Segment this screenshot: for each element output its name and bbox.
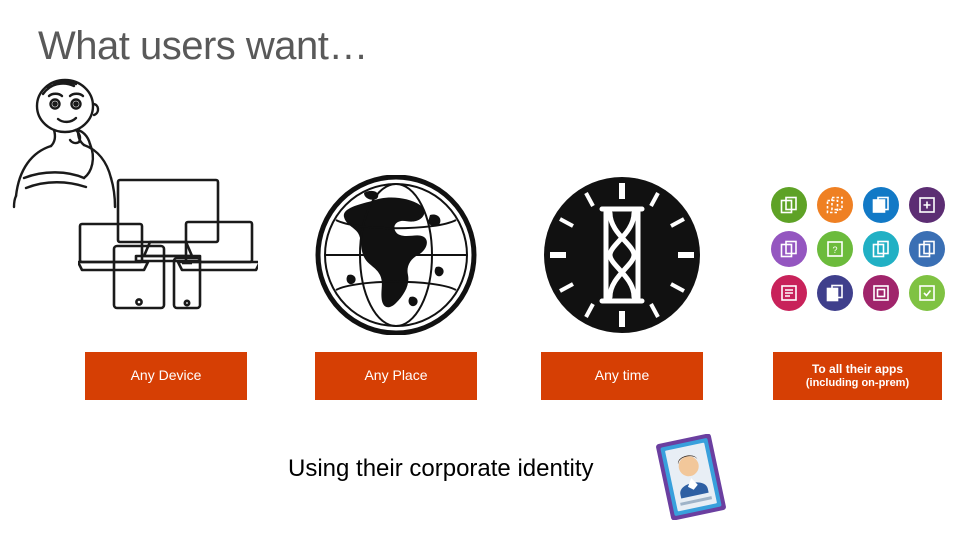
any-place-label-text: Any Place bbox=[364, 367, 428, 384]
id-badge-icon bbox=[655, 433, 727, 521]
app-tile-8[interactable] bbox=[909, 231, 945, 267]
devices-cluster-icon bbox=[76, 178, 262, 313]
svg-text:?: ? bbox=[832, 245, 837, 255]
app-tile-2[interactable] bbox=[817, 187, 853, 223]
app-tile-4[interactable] bbox=[909, 187, 945, 223]
any-time-label: Any time bbox=[541, 352, 703, 400]
any-device-label: Any Device bbox=[85, 352, 247, 400]
any-place-label: Any Place bbox=[315, 352, 477, 400]
all-apps-label-line1: To all their apps bbox=[811, 362, 904, 377]
any-device-label-text: Any Device bbox=[130, 367, 202, 384]
app-tile-1[interactable] bbox=[771, 187, 807, 223]
app-tile-5[interactable] bbox=[771, 231, 807, 267]
all-apps-label-line2: (including on-prem) bbox=[805, 376, 910, 389]
app-tile-7[interactable] bbox=[863, 231, 899, 267]
any-time-label-text: Any time bbox=[594, 367, 650, 384]
all-apps-label: To all their apps (including on-prem) bbox=[773, 352, 942, 400]
app-tile-9[interactable] bbox=[771, 275, 807, 311]
app-tile-12[interactable] bbox=[909, 275, 945, 311]
clock-hourglass-icon bbox=[540, 175, 704, 335]
corporate-identity-caption: Using their corporate identity bbox=[288, 455, 594, 482]
app-grid: ? bbox=[766, 183, 950, 315]
slide-canvas: What users want… ? Any Device Any Place … bbox=[0, 0, 979, 551]
app-tile-6[interactable]: ? bbox=[817, 231, 853, 267]
app-tile-3[interactable] bbox=[863, 187, 899, 223]
page-title: What users want… bbox=[38, 24, 368, 68]
app-tile-11[interactable] bbox=[863, 275, 899, 311]
app-tile-10[interactable] bbox=[817, 275, 853, 311]
globe-icon bbox=[312, 174, 480, 336]
